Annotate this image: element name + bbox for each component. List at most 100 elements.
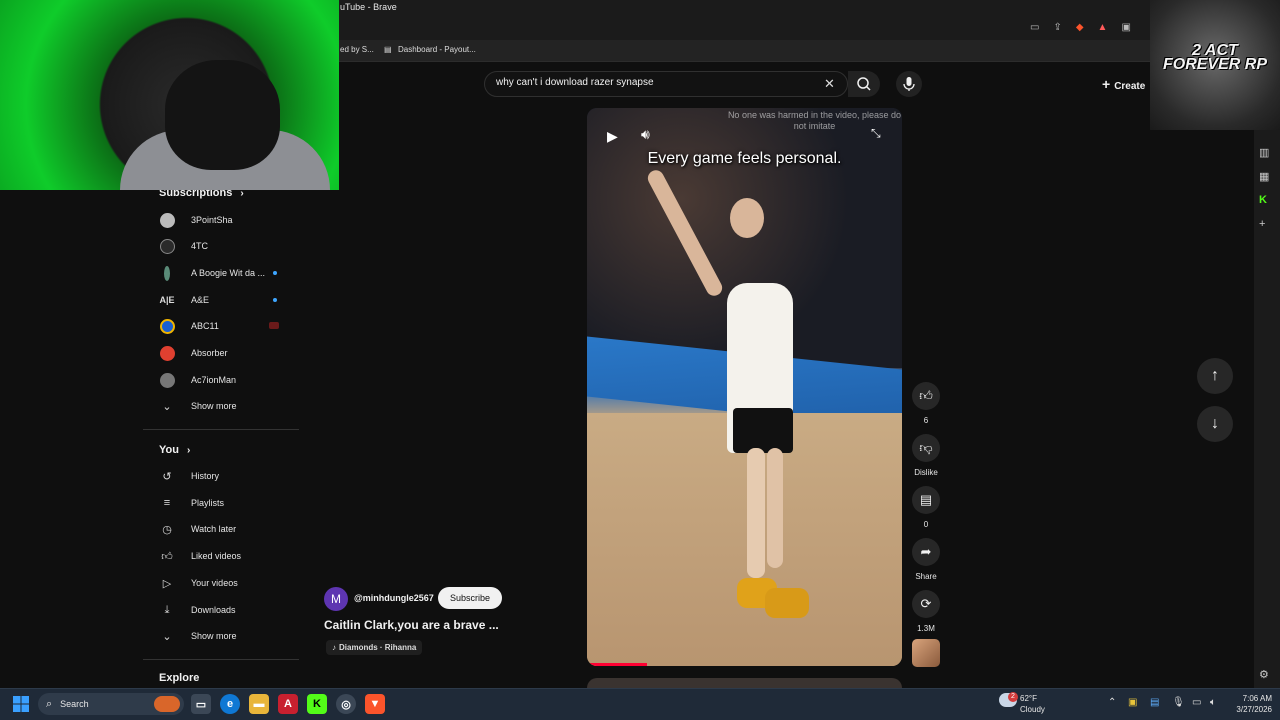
search-icon: ⌕ — [46, 697, 53, 710]
search-button[interactable] — [848, 71, 880, 97]
chevron-down-icon: ⌄ — [162, 400, 172, 413]
dislike-label: Dislike — [914, 468, 938, 477]
like-button[interactable]: 👍︎ — [912, 382, 940, 410]
thumbs-down-icon: 👎︎ — [919, 440, 933, 455]
toolbar-icons: ▭ ⇪ ◆ ▲ ▣ — [1030, 22, 1131, 33]
progress-bar[interactable] — [587, 663, 647, 666]
bookmark-item[interactable]: ed by S... — [340, 45, 374, 54]
kick-icon[interactable]: K — [1259, 194, 1267, 206]
windows-start-icon[interactable] — [12, 695, 30, 713]
sidebar-divider — [143, 429, 299, 430]
bookmarks-panel-icon[interactable]: ▥ — [1259, 146, 1269, 159]
previous-short-button[interactable]: ↑ — [1197, 358, 1233, 394]
subscribe-button[interactable]: Subscribe — [438, 587, 502, 609]
music-chip[interactable]: ♪ Diamonds · Rihanna — [326, 640, 423, 655]
sidebar-item-a-boogie[interactable]: A Boogie Wit da ... — [159, 263, 289, 283]
sidebar-item-playlists[interactable]: ≡ Playlists — [159, 493, 289, 513]
video-title[interactable]: Caitlin Clark,you are a brave ... — [324, 618, 499, 632]
settings-gear-icon[interactable]: ⚙ — [1259, 668, 1269, 681]
share-button[interactable]: ➦ — [912, 538, 940, 566]
sidebar-item-ac7ionman[interactable]: Ac7ionMan — [159, 370, 289, 390]
sidebar-item-label: A Boogie Wit da ... — [191, 268, 266, 278]
sidebar-item-downloads[interactable]: ⤓ Downloads — [159, 600, 289, 620]
microphone-icon — [903, 77, 915, 91]
weather-condition[interactable]: Cloudy — [1020, 705, 1045, 714]
show-more-you[interactable]: ⌄ Show more — [159, 626, 289, 646]
channel-avatar[interactable]: M — [324, 587, 348, 611]
volume-tray-icon[interactable]: 🔈︎ — [1210, 697, 1216, 708]
search-highlight-icon — [154, 696, 180, 712]
video-frame-player-shoe — [765, 588, 809, 618]
share-icon[interactable]: ⇪ — [1053, 22, 1061, 33]
comment-icon: ▤ — [919, 492, 933, 507]
obs-icon[interactable]: ◎ — [336, 694, 356, 714]
add-panel-icon[interactable]: + — [1259, 218, 1265, 230]
voice-search-button[interactable] — [896, 71, 922, 97]
sidebar-item-your-videos[interactable]: ▷ Your videos — [159, 573, 289, 593]
search-input[interactable]: why can't i download razer synapse — [496, 77, 654, 88]
sidebar-item-history[interactable]: ↺ History — [159, 466, 289, 486]
new-content-dot — [273, 271, 277, 275]
music-note-icon: ♪ — [332, 643, 336, 652]
remix-button[interactable]: ⟳ — [912, 590, 940, 618]
share-label: Share — [915, 572, 937, 581]
window-title: uTube - Brave — [340, 2, 397, 12]
thumbs-up-icon: 👍︎ — [919, 388, 933, 403]
sound-thumbnail[interactable] — [912, 639, 940, 667]
clock-time[interactable]: 7:06 AM — [1228, 694, 1272, 703]
new-content-dot — [273, 298, 277, 302]
you-header-label: You — [159, 444, 179, 456]
downloads-icon: ⤓ — [164, 603, 170, 616]
clear-search-icon[interactable]: ✕ — [824, 76, 835, 92]
bookmark-item[interactable]: Dashboard - Payout... — [398, 45, 476, 54]
brave-shields-icon[interactable]: ◆ — [1076, 22, 1084, 33]
bookmark-icon: ▤ — [384, 45, 392, 54]
sidebar-item-3pointsha[interactable]: 3PointSha — [159, 210, 289, 230]
brave-browser-icon[interactable]: ▼ — [365, 694, 385, 714]
sidebar-item-label: Watch later — [191, 524, 237, 534]
file-explorer-icon[interactable]: ▬ — [249, 694, 269, 714]
task-view-icon[interactable]: ▭ — [191, 694, 211, 714]
tray-app-icon[interactable]: ▣ — [1128, 697, 1137, 708]
play-icon[interactable]: ▶ — [607, 128, 618, 145]
channel-avatar — [159, 238, 175, 254]
adobe-app-icon[interactable]: A — [278, 694, 298, 714]
taskbar-search[interactable]: ⌕ Search — [38, 693, 184, 715]
sidebar-item-ae[interactable]: A|E A&E — [159, 290, 289, 310]
sidebar-toggle-icon[interactable]: ▣ — [1121, 22, 1130, 33]
display-tray-icon[interactable]: ▭ — [1192, 697, 1201, 708]
show-more-subscriptions[interactable]: ⌄ Show more — [159, 396, 289, 416]
history-icon: ↺ — [162, 470, 172, 483]
sidebar-item-abc11[interactable]: ABC11 — [159, 316, 289, 336]
sidebar-item-4tc[interactable]: 4TC — [159, 236, 289, 256]
create-button[interactable]: + Create — [1102, 76, 1145, 92]
sidebar-item-absorber[interactable]: Absorber — [159, 343, 289, 363]
channel-name[interactable]: @minhdungle2567 — [354, 593, 434, 603]
sidebar-item-label: Playlists — [191, 498, 225, 508]
edge-icon[interactable]: e — [220, 694, 240, 714]
tray-overflow-icon[interactable]: ⌃ — [1108, 697, 1116, 708]
comments-button[interactable]: ▤ — [912, 486, 940, 514]
brave-rewards-icon[interactable]: ▲ — [1098, 22, 1108, 33]
remix-count: 1.3M — [917, 624, 935, 633]
volume-icon[interactable]: 🔊︎ — [641, 126, 650, 143]
weather-temperature[interactable]: 62°F — [1020, 694, 1037, 703]
video-frame-player-head — [730, 198, 764, 238]
fullscreen-icon[interactable]: ⤡ — [871, 126, 881, 141]
clock-date[interactable]: 3/27/2026 — [1222, 705, 1272, 714]
sidebar-item-label: Downloads — [191, 605, 236, 615]
kick-app-icon[interactable]: K — [307, 694, 327, 714]
dislike-button[interactable]: 👎︎ — [912, 434, 940, 462]
network-tray-icon[interactable]: ▤ — [1150, 697, 1159, 708]
next-short-button[interactable]: ↓ — [1197, 406, 1233, 442]
shorts-video-player[interactable]: No one was harmed in the video, please d… — [587, 108, 902, 666]
sidebar-item-watch-later[interactable]: ◷ Watch later — [159, 519, 289, 539]
screenshot-icon[interactable]: ▭ — [1030, 22, 1039, 33]
sidebar-item-liked-videos[interactable]: 👍︎ Liked videos — [159, 546, 289, 566]
liked-videos-icon: 👍︎ — [161, 550, 173, 563]
sidebar-item-label: 3PointSha — [191, 215, 233, 225]
you-header[interactable]: You › — [159, 444, 190, 456]
microphone-tray-icon[interactable]: 🎙︎ — [1172, 697, 1185, 708]
reading-list-icon[interactable]: ▦ — [1259, 170, 1269, 183]
sidebar-item-label: Your videos — [191, 578, 238, 588]
